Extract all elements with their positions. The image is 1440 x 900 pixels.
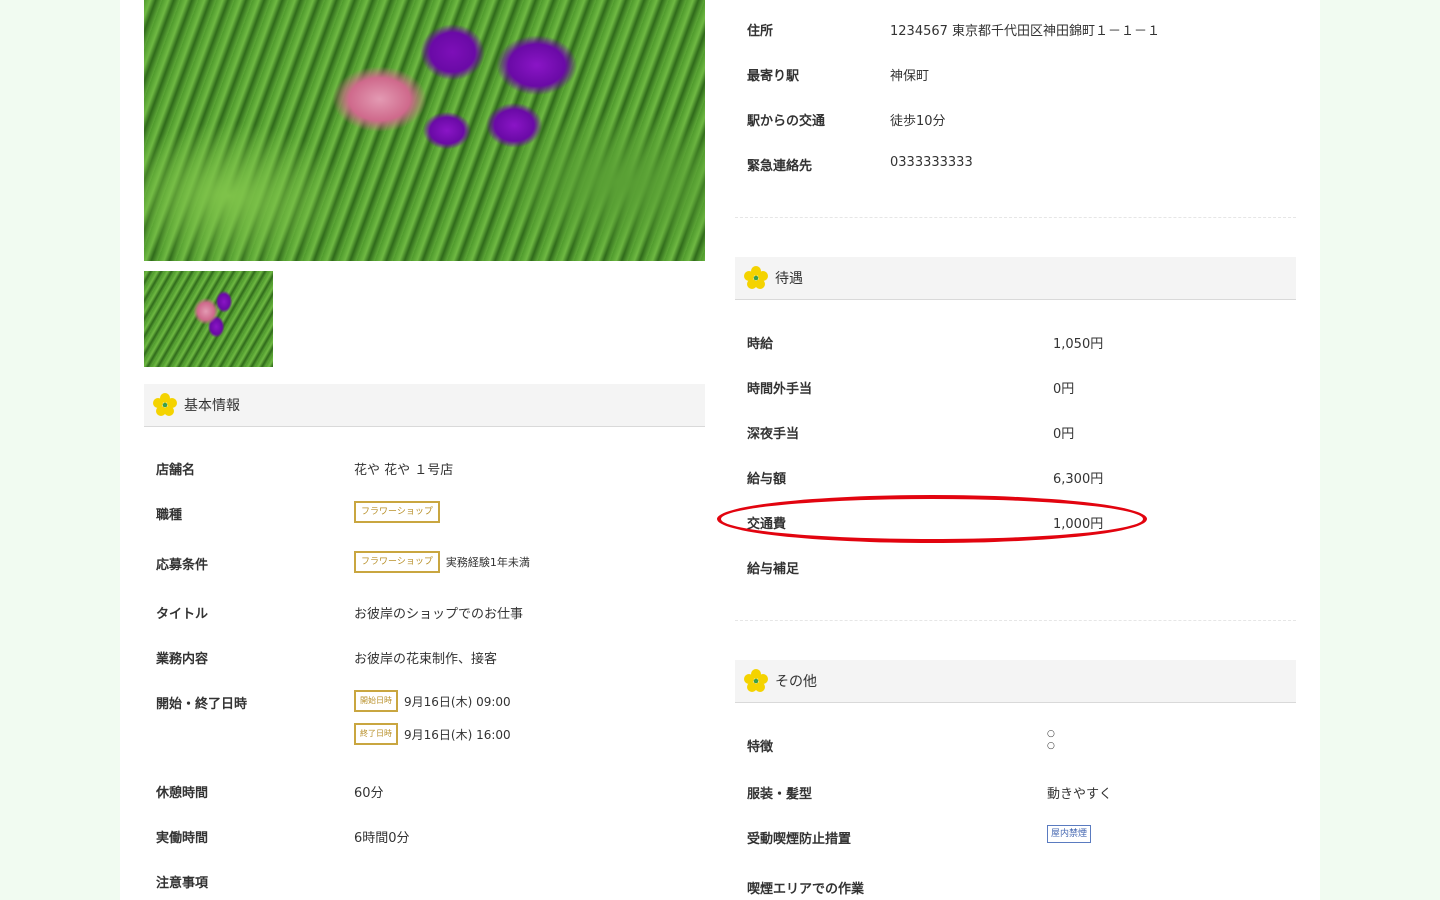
end-datetime: 終了日時 9月16日(木) 16:00	[354, 723, 511, 745]
transit-label: 駅からの交通	[747, 114, 826, 129]
overtime-label: 時間外手当	[747, 382, 813, 397]
flower-thumbnail-icon	[144, 271, 273, 367]
job-detail-page: 基本情報 店舗名 花や 花や １号店 職種 フラワーショップ 応募条件 フラワー…	[120, 0, 1320, 900]
feature-item: ○	[1047, 729, 1055, 739]
smoking-label: 受動喫煙防止措置	[747, 832, 852, 847]
photo-thumbnail[interactable]	[144, 271, 273, 367]
night-label: 深夜手当	[747, 427, 800, 442]
end-tag: 終了日時	[354, 723, 398, 745]
work-label: 実働時間	[156, 831, 209, 846]
start-tag: 開始日時	[354, 690, 398, 712]
supplement-label: 給与補足	[747, 562, 800, 577]
job-type-label: 職種	[156, 508, 183, 523]
flower-photo-icon	[144, 0, 705, 261]
start-value: 9月16日(木) 09:00	[404, 694, 511, 709]
flower-icon	[744, 266, 768, 289]
notes-label: 注意事項	[156, 876, 209, 891]
address-label: 住所	[747, 24, 774, 39]
features-label: 特徴	[747, 740, 774, 755]
smoking-tag: 屋内禁煙	[1047, 825, 1092, 843]
main-photo	[144, 0, 705, 261]
feature-item: ○	[1047, 741, 1055, 751]
smoking-value: 屋内禁煙	[1047, 825, 1092, 843]
start-datetime: 開始日時 9月16日(木) 09:00	[354, 690, 511, 712]
duties-label: 業務内容	[156, 652, 209, 667]
break-value: 60分	[354, 786, 384, 801]
dress-value: 動きやすく	[1047, 787, 1113, 802]
station-label: 最寄り駅	[747, 69, 800, 84]
duties-value: お彼岸の花束制作、接客	[354, 652, 498, 667]
smoking-area-label: 喫煙エリアでの作業	[747, 882, 865, 897]
conditions-text: 実務経験1年未満	[445, 556, 530, 569]
job-title-value: お彼岸のショップでのお仕事	[354, 607, 524, 622]
transit-value: 徒歩10分	[890, 114, 946, 129]
basic-info-header: 基本情報	[144, 384, 705, 427]
other-title: その他	[775, 674, 817, 690]
hourly-value: 1,050円	[1053, 337, 1104, 352]
highlight-oval	[717, 495, 1147, 543]
work-value: 6時間0分	[354, 831, 410, 846]
night-value: 0円	[1053, 427, 1075, 442]
dress-label: 服装・髪型	[747, 787, 813, 802]
conditions-label: 応募条件	[156, 558, 209, 573]
shop-name-value: 花や 花や １号店	[354, 463, 454, 478]
datetime-label: 開始・終了日時	[156, 697, 248, 712]
overtime-value: 0円	[1053, 382, 1075, 397]
flower-icon	[153, 393, 177, 416]
shop-name-label: 店舗名	[156, 463, 196, 478]
other-header: その他	[735, 660, 1296, 703]
pay-title: 待遇	[775, 271, 803, 287]
conditions-tag: フラワーショップ	[354, 551, 440, 573]
end-value: 9月16日(木) 16:00	[404, 727, 511, 742]
emergency-label: 緊急連絡先	[747, 159, 813, 174]
job-title-label: タイトル	[156, 607, 209, 622]
flower-icon	[744, 669, 768, 692]
break-label: 休憩時間	[156, 786, 209, 801]
conditions-value: フラワーショップ 実務経験1年未満	[354, 551, 530, 573]
basic-info-title: 基本情報	[184, 398, 240, 414]
station-value: 神保町	[890, 69, 930, 84]
pay-divider	[735, 620, 1296, 621]
address-value: 1234567 東京都千代田区神田錦町１－１－１	[890, 24, 1161, 39]
pay-header: 待遇	[735, 257, 1296, 300]
emergency-value: 0333333333	[890, 155, 973, 170]
job-type-tag: フラワーショップ	[354, 501, 440, 523]
hourly-label: 時給	[747, 337, 774, 352]
job-type-value: フラワーショップ	[354, 501, 440, 523]
access-divider	[735, 217, 1296, 218]
features-list: ○ ○	[1047, 728, 1055, 752]
salary-label: 給与額	[747, 472, 787, 487]
salary-value: 6,300円	[1053, 472, 1104, 487]
